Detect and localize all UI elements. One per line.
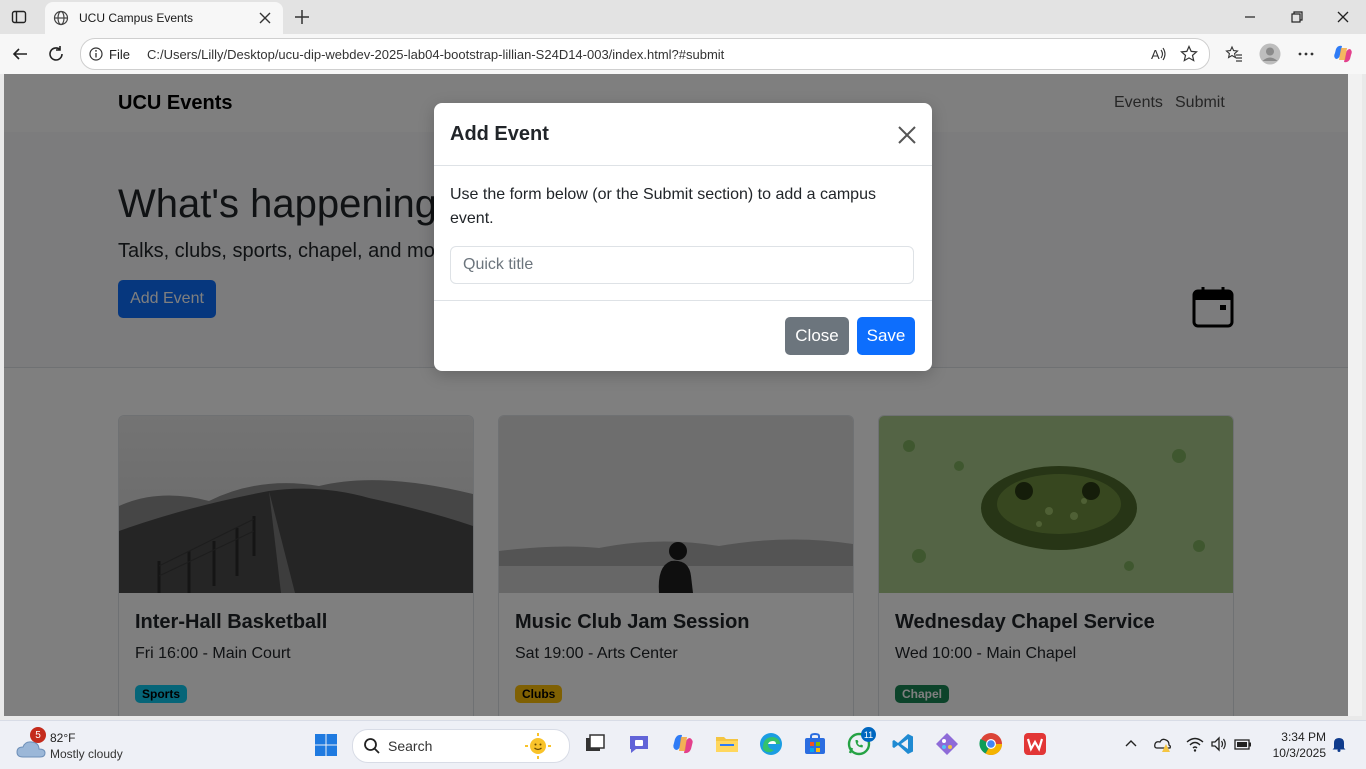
globe-icon <box>53 10 69 26</box>
back-arrow-icon[interactable] <box>9 43 31 65</box>
system-clock[interactable]: 3:34 PM 10/3/2025 <box>1262 729 1326 761</box>
svg-text:A: A <box>1151 47 1160 62</box>
save-button[interactable]: Save <box>857 317 915 355</box>
refresh-icon[interactable] <box>45 43 67 65</box>
battery-icon[interactable] <box>1234 735 1252 753</box>
wifi-icon[interactable] <box>1186 735 1204 753</box>
wps-office-icon[interactable] <box>1022 731 1048 757</box>
edge-browser-icon[interactable] <box>758 731 784 757</box>
favorites-icon[interactable] <box>1223 43 1245 65</box>
chevron-up-icon[interactable] <box>1122 735 1140 753</box>
minimize-icon[interactable] <box>1238 6 1262 28</box>
copilot-app-icon[interactable] <box>670 731 696 757</box>
copilot-icon[interactable] <box>1332 43 1354 65</box>
more-options-icon[interactable] <box>1295 43 1317 65</box>
browser-tab-bar: UCU Campus Events <box>0 0 1366 34</box>
file-explorer-icon[interactable] <box>714 731 740 757</box>
chrome-icon[interactable] <box>978 731 1004 757</box>
favorite-star-icon[interactable] <box>1179 44 1199 64</box>
restore-icon[interactable] <box>1285 6 1309 28</box>
url-text[interactable]: C:/Users/Lilly/Desktop/ucu-dip-webdev-20… <box>147 47 1149 62</box>
page-viewport: UCU Events Events Submit What's happenin… <box>4 74 1348 716</box>
modal-title: Add Event <box>450 123 549 145</box>
modal-header: Add Event <box>434 103 932 166</box>
browser-toolbar: File C:/Users/Lilly/Desktop/ucu-dip-webd… <box>0 34 1366 74</box>
clock-date: 10/3/2025 <box>1272 746 1326 760</box>
notification-bell-icon[interactable] <box>1330 735 1348 753</box>
taskbar-search[interactable]: Search <box>352 729 570 763</box>
windows-start-icon[interactable] <box>314 733 338 757</box>
sun-icon <box>525 733 551 759</box>
volume-icon[interactable] <box>1210 735 1228 753</box>
new-tab-icon[interactable] <box>292 7 312 27</box>
address-bar[interactable]: File C:/Users/Lilly/Desktop/ucu-dip-webd… <box>80 38 1210 70</box>
modal-body-text: Use the form below (or the Submit sectio… <box>450 186 876 227</box>
teams-chat-icon[interactable] <box>626 731 652 757</box>
whatsapp-badge: 11 <box>861 727 876 742</box>
clock-time: 3:34 PM <box>1281 730 1326 744</box>
tab-actions-icon[interactable] <box>8 6 30 28</box>
windows-taskbar: 5 82°F Mostly cloudy Search 11 3:34 PM 1… <box>0 720 1366 769</box>
vscode-icon[interactable] <box>890 731 916 757</box>
close-button[interactable]: Close <box>785 317 849 355</box>
microsoft-store-icon[interactable] <box>802 731 828 757</box>
git-app-icon[interactable] <box>934 731 960 757</box>
weather-badge: 5 <box>30 727 46 743</box>
modal-footer: Close Save <box>434 300 932 372</box>
profile-avatar-icon[interactable] <box>1259 43 1281 65</box>
search-label: Search <box>388 738 433 754</box>
close-tab-icon[interactable] <box>257 10 273 26</box>
onedrive-warning-icon[interactable] <box>1154 735 1172 753</box>
tab-title: UCU Campus Events <box>79 11 194 25</box>
task-view-icon[interactable] <box>582 731 608 757</box>
quick-title-input[interactable] <box>450 246 914 284</box>
close-window-icon[interactable] <box>1331 6 1355 28</box>
search-icon <box>364 738 380 754</box>
close-icon[interactable] <box>896 124 918 146</box>
add-event-modal: Add Event Use the form below (or the Sub… <box>434 103 932 371</box>
page-scrollbar[interactable] <box>1348 74 1362 716</box>
weather-widget[interactable]: 5 82°F Mostly cloudy <box>14 727 154 763</box>
weather-condition: Mostly cloudy <box>50 747 123 761</box>
read-aloud-icon[interactable]: A <box>1149 44 1169 64</box>
file-label: File <box>109 46 130 62</box>
info-icon[interactable] <box>89 47 103 61</box>
browser-tab[interactable]: UCU Campus Events <box>45 2 283 34</box>
weather-temp: 82°F <box>50 731 76 745</box>
